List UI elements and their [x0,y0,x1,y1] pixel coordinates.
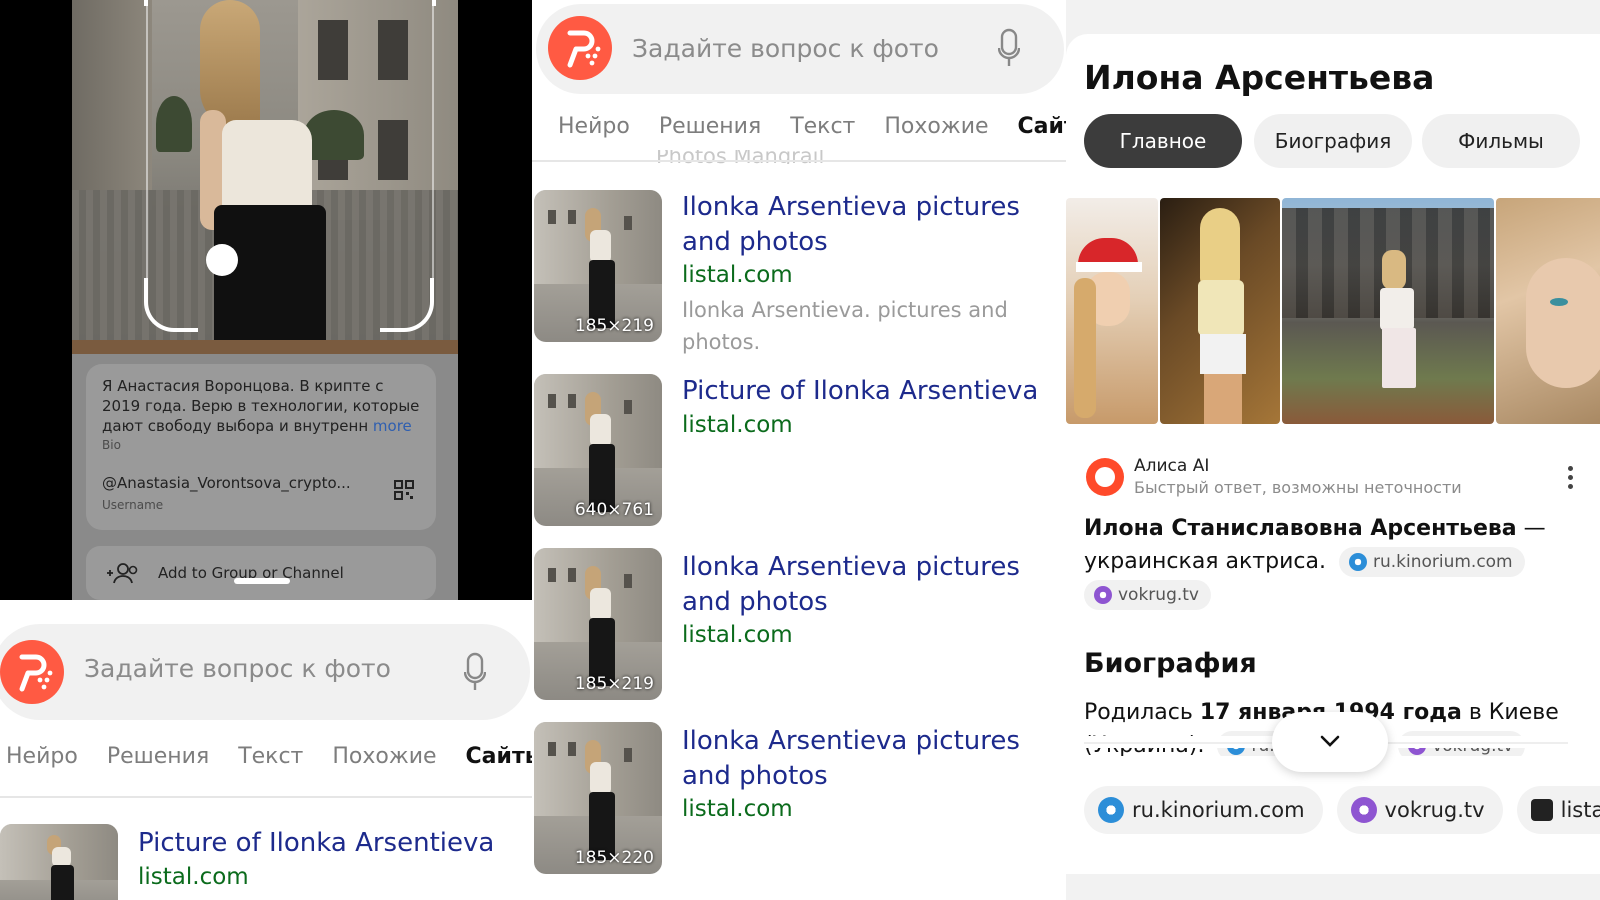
screenshot-collage: Я Анастасия Воронцова. В крипте с 2019 г… [0,0,1600,900]
result-title-link[interactable]: Ilonka Arsentieva pictures and photos [682,190,1062,260]
tab-similar[interactable]: Похожие [884,114,988,139]
ai-answer: Илона Станиславовна Арсентьева — украинс… [1084,512,1584,611]
source-vokrug[interactable]: vokrug.tv [1084,580,1211,610]
qr-code-icon[interactable] [394,480,414,500]
chip-main[interactable]: Главное [1084,114,1242,168]
result-host[interactable]: listal.com [682,262,793,288]
listal-icon [1530,799,1553,821]
microphone-icon[interactable] [464,652,486,692]
tab-text[interactable]: Текст [238,744,303,769]
add-users-icon [107,563,138,584]
username-label: Username [102,498,164,512]
chevron-down-icon [1320,735,1340,747]
result-host[interactable]: listal.com [138,864,249,890]
gallery-image[interactable] [1066,198,1158,424]
photo-gallery [1066,198,1600,424]
result-host[interactable]: listal.com [682,622,793,648]
source-pill-listal[interactable]: listal.co [1516,786,1600,834]
result-title-link[interactable]: Picture of Ilonka Arsentieva [682,374,1062,409]
result-thumbnail[interactable]: 185×219 [534,548,662,700]
search-input[interactable]: Задайте вопрос к фото [632,34,939,63]
add-to-group-button[interactable]: Add to Group or Channel [86,546,436,600]
alice-ai-logo-icon [1086,458,1124,496]
left-panel: Я Анастасия Воронцова. В крипте с 2019 г… [0,0,532,900]
source-pill-kinorium[interactable]: ru.kinorium.com [1084,786,1323,834]
image-size-badge: 185×220 [574,848,654,868]
more-options-icon[interactable] [1568,466,1574,492]
gallery-image[interactable] [1496,198,1600,424]
tab-sites[interactable]: Сайты [466,744,532,769]
username-value: @Anastasia_Vorontsova_crypto... [102,474,351,492]
result-thumbnail[interactable]: 640×761 [534,374,662,526]
search-input[interactable]: Задайте вопрос к фото [84,654,391,683]
chip-biography[interactable]: Биография [1254,114,1412,168]
kinorium-icon [1348,553,1367,571]
result-title-link[interactable]: Ilonka Arsentieva pictures and photos [682,550,1062,620]
yandex-logo-icon[interactable] [548,16,612,80]
alice-disclaimer: Быстрый ответ, возможны неточности [1134,478,1462,497]
source-kinorium[interactable]: ru.kinorium.com [1338,547,1525,577]
microphone-icon[interactable] [998,28,1020,68]
image-size-badge: 185×219 [574,316,654,336]
result-tabs: Нейро Решения Текст Похожие Сайты [6,744,532,769]
result-thumbnail[interactable]: 185×219 [534,190,662,342]
tab-neuro[interactable]: Нейро [558,114,630,139]
image-size-badge: 640×761 [574,500,654,520]
image-size-badge: 185×219 [574,674,654,694]
answer-name: Илона Станиславовна Арсентьева [1084,516,1517,541]
gallery-image[interactable] [1282,198,1494,424]
username-row[interactable]: @Anastasia_Vorontsova_crypto... Username [102,474,420,512]
captured-photo [72,0,458,340]
home-indicator[interactable] [234,578,290,584]
result-title-link[interactable]: Picture of Ilonka Arsentieva [138,826,494,861]
gallery-image[interactable] [1160,198,1280,424]
source-pill-vokrug[interactable]: vokrug.tv [1336,786,1503,834]
result-host[interactable]: listal.com [682,412,793,438]
tab-sites[interactable]: Сайты [1018,114,1066,139]
photo-question-searchbar[interactable]: Задайте вопрос к фото [536,4,1064,94]
middle-panel: Задайте вопрос к фото Нейро Решения Текс… [532,0,1066,900]
source-pills: ru.kinorium.com vokrug.tv listal.co [1084,786,1600,834]
right-panel: Илона Арсентьева Главное Биография Фильм… [1066,0,1600,900]
chip-films[interactable]: Фильмы [1422,114,1580,168]
result-thumbnail[interactable] [0,824,118,900]
camera-capture-screen: Я Анастасия Воронцова. В крипте с 2019 г… [72,0,458,600]
tab-solutions[interactable]: Решения [107,744,209,769]
expand-button[interactable] [1272,712,1388,772]
entity-title: Илона Арсентьева [1084,58,1435,97]
vokrug-icon [1350,797,1377,823]
tab-similar[interactable]: Похожие [332,744,436,769]
focus-point[interactable] [206,244,238,276]
profile-info-card: Я Анастасия Воронцова. В крипте с 2019 г… [86,364,436,530]
bio-more-link[interactable]: more [373,417,412,435]
biography-heading: Биография [1084,648,1257,679]
result-thumbnail[interactable]: 185×220 [534,722,662,874]
result-title-link[interactable]: Ilonka Arsentieva pictures and photos [682,724,1062,794]
photo-question-searchbar[interactable]: Задайте вопрос к фото [0,624,530,720]
vokrug-icon [1094,586,1112,604]
bio-label: Bio [102,438,121,452]
result-host[interactable]: listal.com [682,796,793,822]
tab-solutions[interactable]: Решения [659,114,761,139]
tab-text[interactable]: Текст [790,114,855,139]
kinorium-icon [1098,797,1124,823]
result-description: Ilonka Arsentieva. pictures and photos. [682,298,1008,354]
alice-name: Алиса AI [1134,456,1210,476]
yandex-logo-icon[interactable] [0,640,64,704]
result-tabs: Нейро Решения Текст Похожие Сайты [558,114,1066,139]
tab-neuro[interactable]: Нейро [6,744,78,769]
bio-text: Я Анастасия Воронцова. В крипте с 2019 г… [102,377,420,435]
